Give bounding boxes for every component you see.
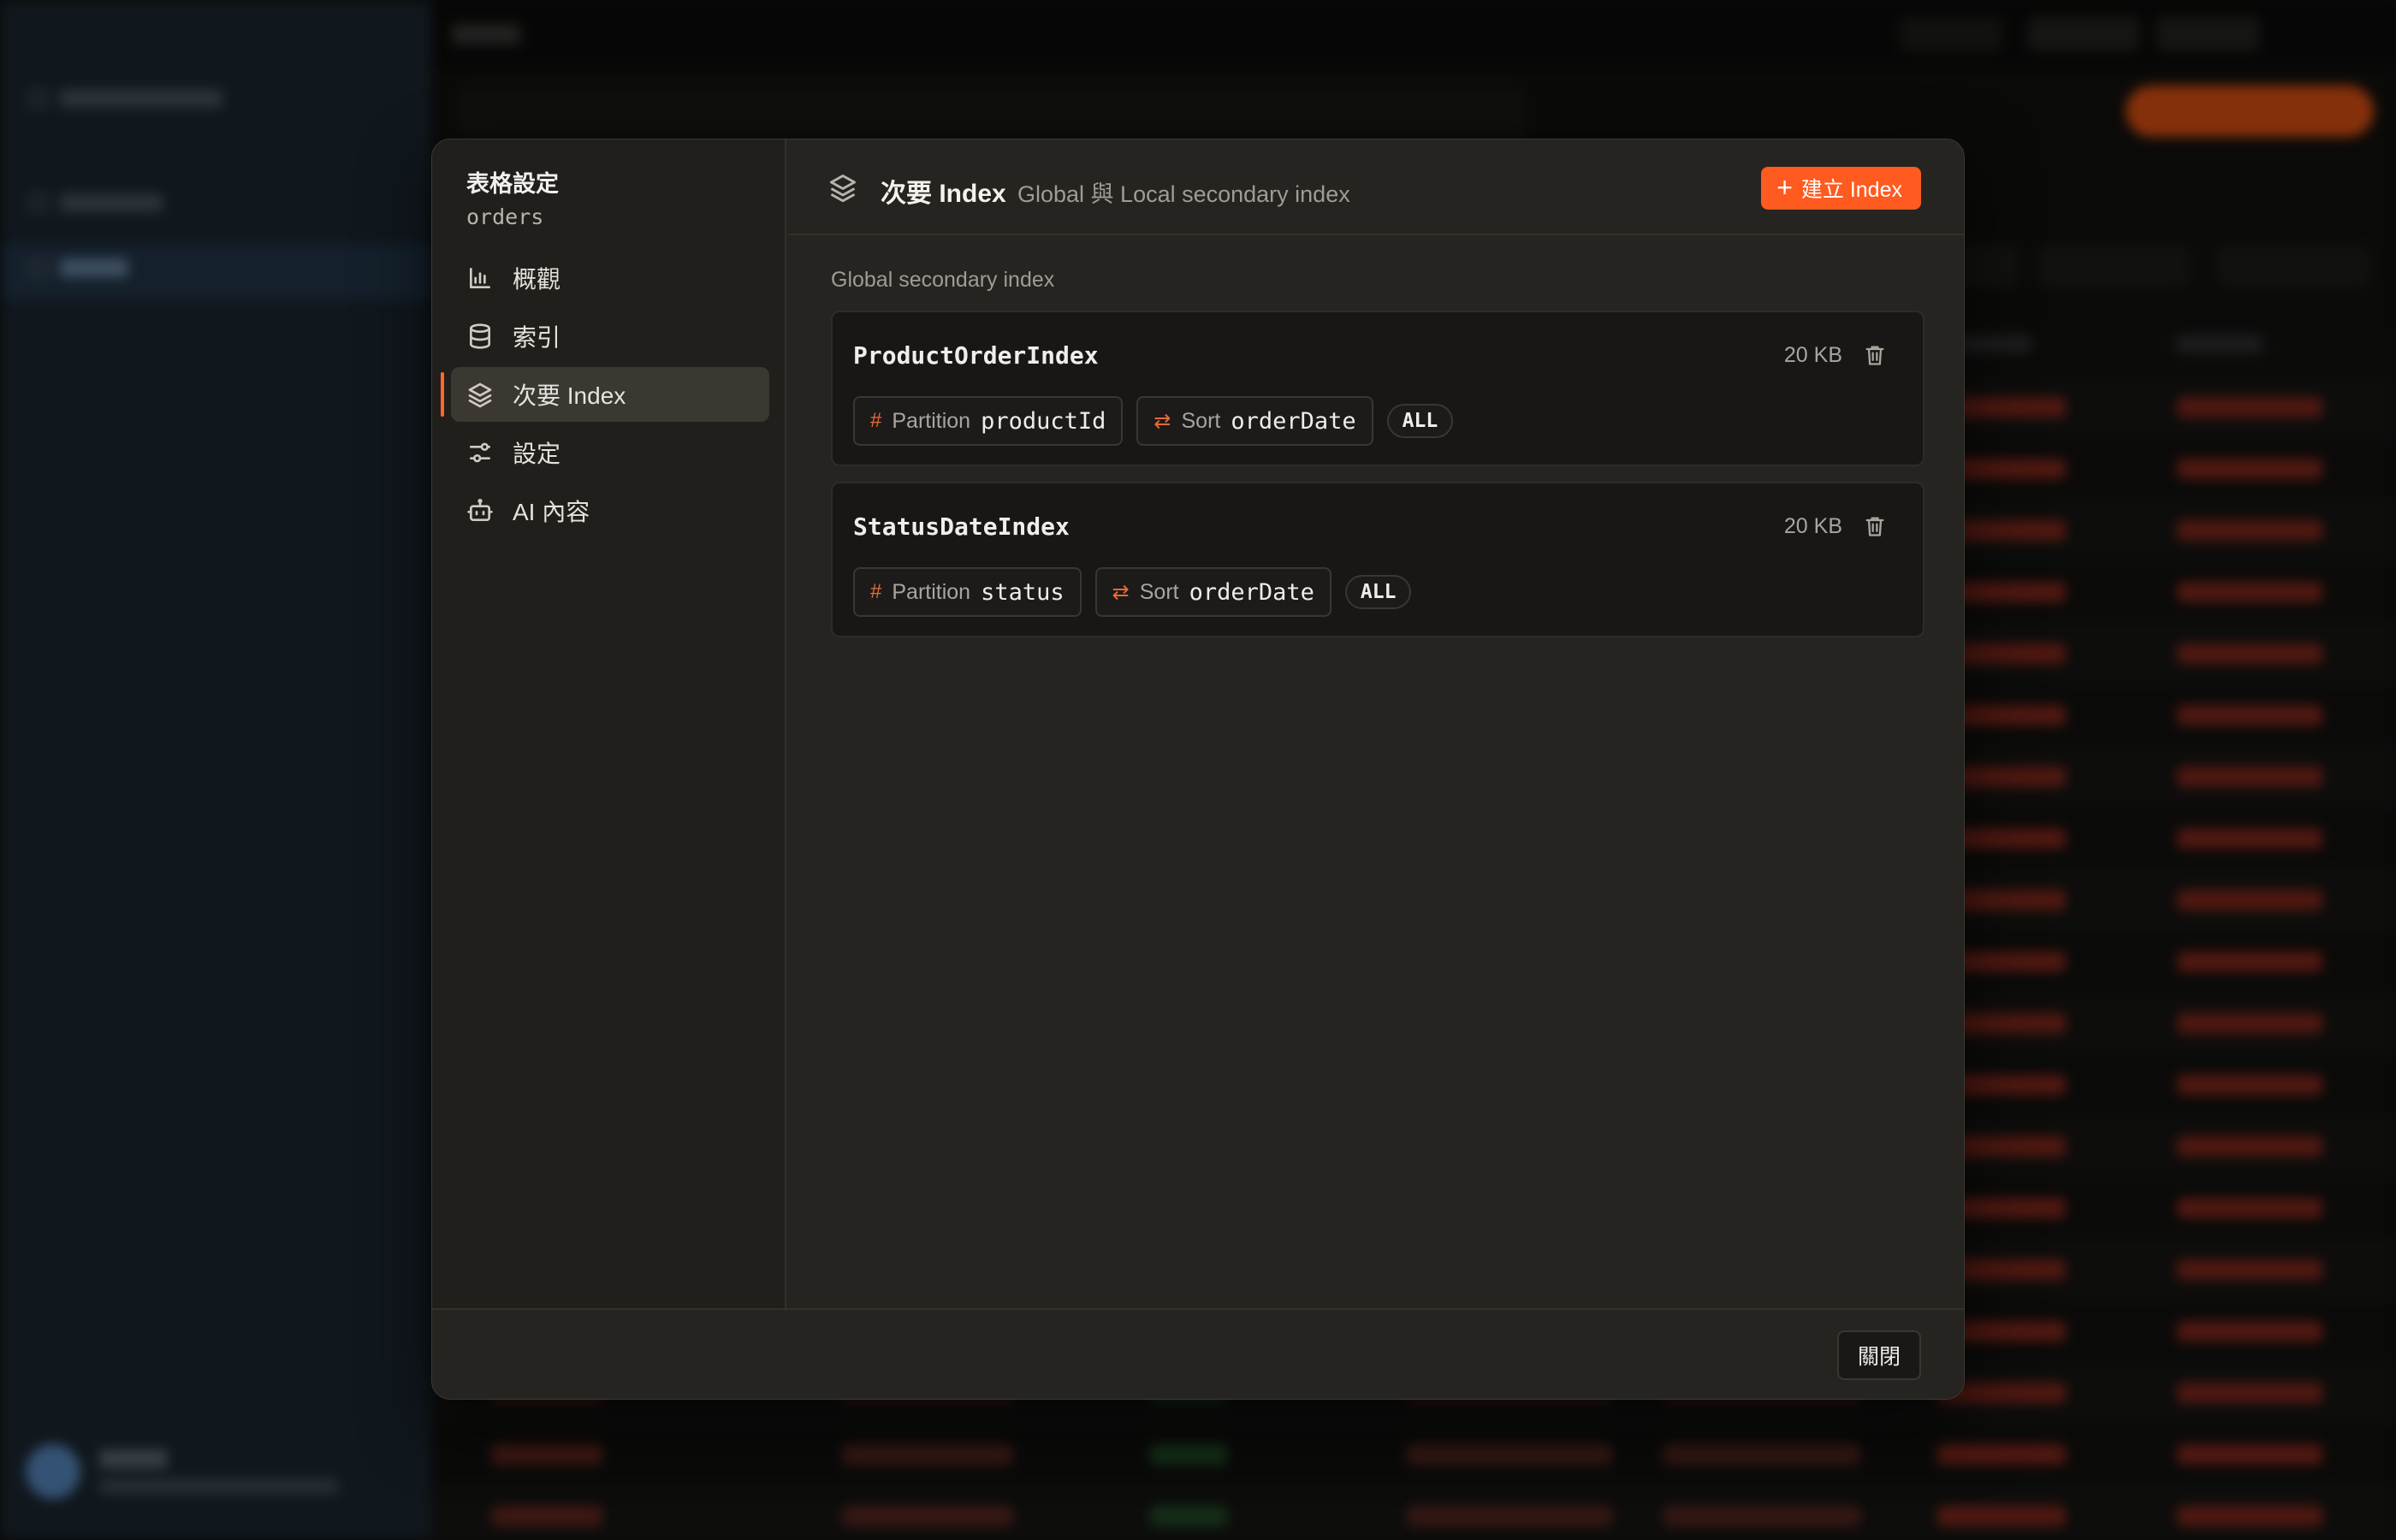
partition-key: status	[981, 578, 1065, 606]
bar-chart-icon	[470, 268, 490, 288]
nav-item-index[interactable]: 索引	[451, 309, 769, 364]
swap-icon: ⇄	[1154, 409, 1171, 433]
delete-index-button[interactable]	[1863, 514, 1887, 538]
partition-label: Partition	[892, 579, 971, 604]
modal-sidebar: 表格設定 orders 概觀 索引 次要 Index 設定 AI 內容	[432, 139, 786, 1310]
swap-icon: ⇄	[1112, 580, 1130, 604]
nav-item-ai-content[interactable]: AI 內容	[451, 483, 769, 538]
section-label: Global secondary index	[831, 268, 1055, 292]
index-card: ProductOrderIndex 20 KB # Partition prod…	[831, 311, 1925, 466]
panel-subtitle: Global 與 Local secondary index	[1017, 181, 1350, 207]
projection-badge: ALL	[1344, 575, 1412, 609]
hash-icon: #	[870, 580, 882, 603]
nav-item-label: 設定	[513, 441, 561, 467]
index-name: StatusDateIndex	[853, 512, 1070, 541]
index-size: 20 KB	[1783, 343, 1842, 367]
index-size: 20 KB	[1783, 514, 1842, 538]
partition-key-chip: # Partition status	[853, 567, 1082, 617]
table-settings-modal: 表格設定 orders 概觀 索引 次要 Index 設定 AI 內容 次要 I…	[431, 139, 1965, 1400]
index-card: StatusDateIndex 20 KB # Partition status…	[831, 482, 1925, 637]
panel-body: Global secondary index ProductOrderIndex…	[788, 237, 1964, 1310]
index-name: ProductOrderIndex	[853, 341, 1099, 370]
layers-icon	[827, 172, 858, 203]
hash-icon: #	[870, 409, 882, 432]
sort-key-chip: ⇄ Sort orderDate	[1136, 396, 1373, 446]
sort-label: Sort	[1181, 408, 1221, 433]
nav-item-overview[interactable]: 概觀	[451, 251, 769, 305]
panel-header: 次要 Index Global 與 Local secondary index …	[788, 139, 1964, 235]
settings-nav: 概觀 索引 次要 Index 設定 AI 內容	[441, 251, 769, 542]
table-name: orders	[466, 204, 544, 229]
trash-icon	[1865, 346, 1884, 365]
partition-key: productId	[981, 407, 1106, 435]
nav-item-settings[interactable]: 設定	[451, 425, 769, 480]
partition-key-chip: # Partition productId	[853, 396, 1124, 446]
bot-icon	[467, 499, 493, 521]
modal-title: 表格設定	[466, 171, 559, 197]
create-index-button[interactable]: + 建立 Index	[1761, 167, 1921, 210]
nav-item-label: 概觀	[513, 266, 561, 293]
index-keys: # Partition productId ⇄ Sort orderDate A…	[853, 396, 1454, 446]
sort-key-chip: ⇄ Sort orderDate	[1094, 567, 1331, 617]
layers-icon	[468, 382, 492, 408]
nav-item-label: AI 內容	[513, 499, 590, 525]
sort-key: orderDate	[1189, 578, 1314, 606]
create-index-label: 建立 Index	[1800, 178, 1902, 202]
sort-key: orderDate	[1231, 407, 1356, 435]
nav-item-secondary-index[interactable]: 次要 Index	[441, 367, 769, 422]
index-keys: # Partition status ⇄ Sort orderDate ALL	[853, 567, 1412, 617]
delete-index-button[interactable]	[1863, 343, 1887, 367]
close-button[interactable]: 關閉	[1836, 1330, 1921, 1380]
trash-icon	[1865, 517, 1884, 536]
database-icon	[470, 323, 490, 349]
sort-label: Sort	[1139, 579, 1179, 604]
plus-icon: +	[1776, 171, 1793, 203]
panel-title: 次要 Index	[881, 180, 1006, 208]
partition-label: Partition	[892, 408, 971, 433]
modal-footer: 關閉	[432, 1308, 1964, 1399]
sliders-icon	[470, 442, 490, 463]
nav-item-label: 次要 Index	[513, 382, 626, 409]
nav-item-label: 索引	[513, 324, 561, 351]
projection-badge: ALL	[1386, 404, 1454, 438]
